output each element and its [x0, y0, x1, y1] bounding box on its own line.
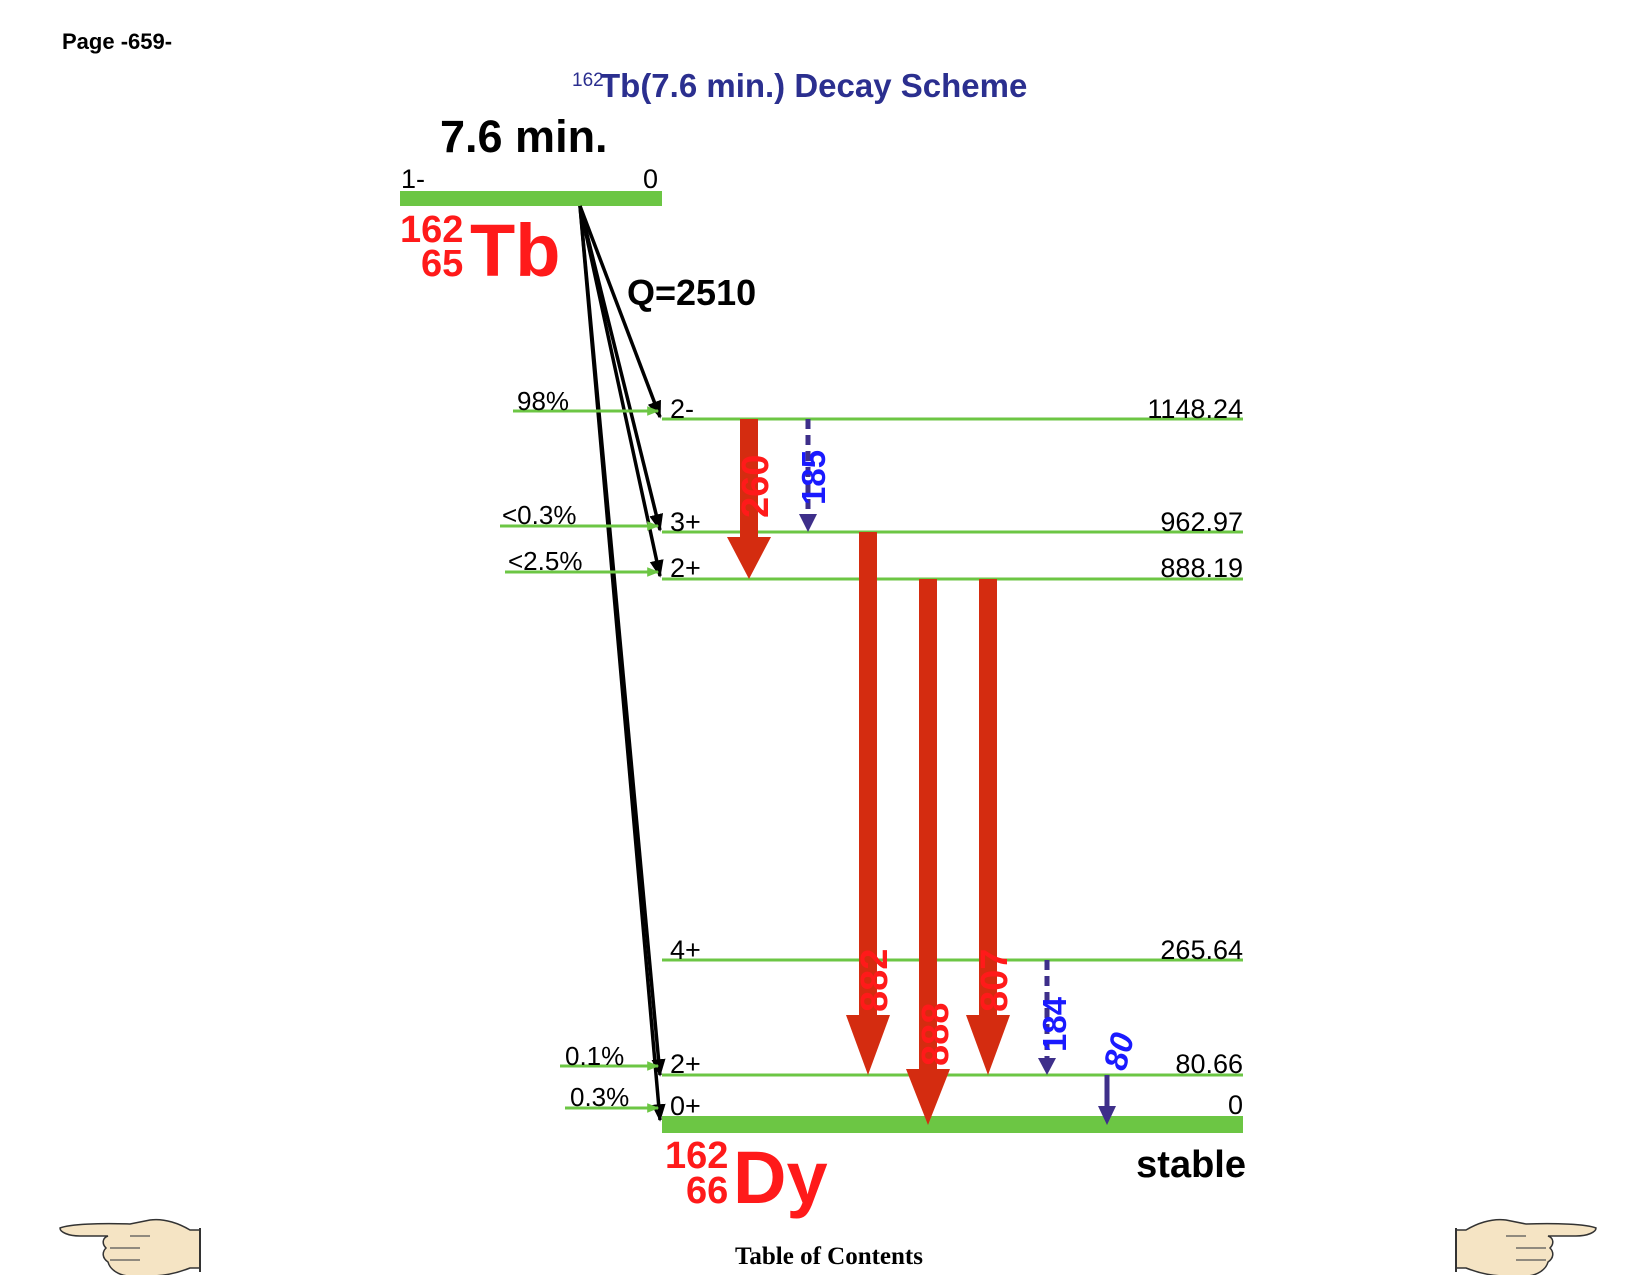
gamma-184-head [1038, 1058, 1056, 1075]
gamma-888-shaft [919, 579, 937, 1069]
branch-label-888: <2.5% [508, 546, 582, 576]
stable-label: stable [1136, 1144, 1246, 1186]
strong-gamma-arrows [727, 419, 1010, 1125]
ground-level-line [662, 1116, 1243, 1133]
parent-energy: 0 [643, 164, 658, 194]
gamma-label-80: 80 [1096, 1028, 1141, 1074]
daughter-atomic-number: 66 [686, 1170, 728, 1212]
level-spin-81: 2+ [670, 1049, 701, 1079]
gamma-882-shaft [859, 532, 877, 1015]
branch-label-81: 0.1% [565, 1041, 624, 1071]
gamma-label-882: 882 [854, 949, 896, 1012]
gamma-label-184: 184 [1036, 996, 1073, 1052]
level-energy-0: 0 [1228, 1090, 1243, 1120]
q-value: Q=2510 [627, 272, 756, 313]
pointing-hand-right-icon[interactable] [1455, 1218, 1597, 1275]
level-energy-81: 80.66 [1175, 1049, 1243, 1079]
level-spin-888: 2+ [670, 553, 701, 583]
gamma-185-head [799, 514, 817, 532]
level-spin-963: 3+ [670, 507, 701, 537]
branch-label-963: <0.3% [502, 500, 576, 530]
level-energy-1148: 1148.24 [1147, 394, 1243, 424]
beta-line-0 [578, 205, 666, 1122]
level-energy-963: 962.97 [1160, 507, 1243, 537]
parent-halflife: 7.6 min. [440, 111, 608, 162]
page-label: Page -659- [62, 29, 172, 54]
level-energy-266: 265.64 [1160, 935, 1243, 965]
title-mass-superscript: 162 [572, 70, 604, 91]
level-energy-888: 888.19 [1160, 553, 1243, 583]
beta-branches [578, 205, 666, 1122]
gamma-label-260: 260 [735, 455, 777, 518]
gamma-807-head [966, 1015, 1010, 1075]
parent-level-line [400, 191, 662, 206]
gamma-260-head [727, 537, 771, 579]
gamma-label-888: 888 [915, 1003, 957, 1066]
level-spin-266: 4+ [670, 935, 701, 965]
level-spin-1148: 2- [670, 394, 694, 424]
gamma-label-807: 807 [974, 949, 1016, 1012]
decay-scheme-canvas: Page -659- 162 Tb(7.6 min.) Decay Scheme… [59, 29, 1597, 1275]
branch-label-0: 0.3% [570, 1082, 629, 1112]
daughter-symbol: Dy [733, 1136, 828, 1219]
branch-label-1148: 98% [517, 386, 569, 416]
pointing-hand-left-icon[interactable] [59, 1218, 201, 1275]
level-spin-0: 0+ [670, 1091, 701, 1121]
parent-atomic-number: 65 [421, 243, 463, 285]
gamma-882-head [846, 1015, 890, 1075]
parent-symbol: Tb [470, 209, 560, 292]
gamma-label-185: 185 [795, 450, 832, 505]
beta-line-888 [578, 205, 664, 578]
parent-spin: 1- [401, 164, 425, 194]
table-of-contents-link[interactable]: Table of Contents [735, 1243, 923, 1270]
page-title: Tb(7.6 min.) Decay Scheme [600, 67, 1027, 104]
